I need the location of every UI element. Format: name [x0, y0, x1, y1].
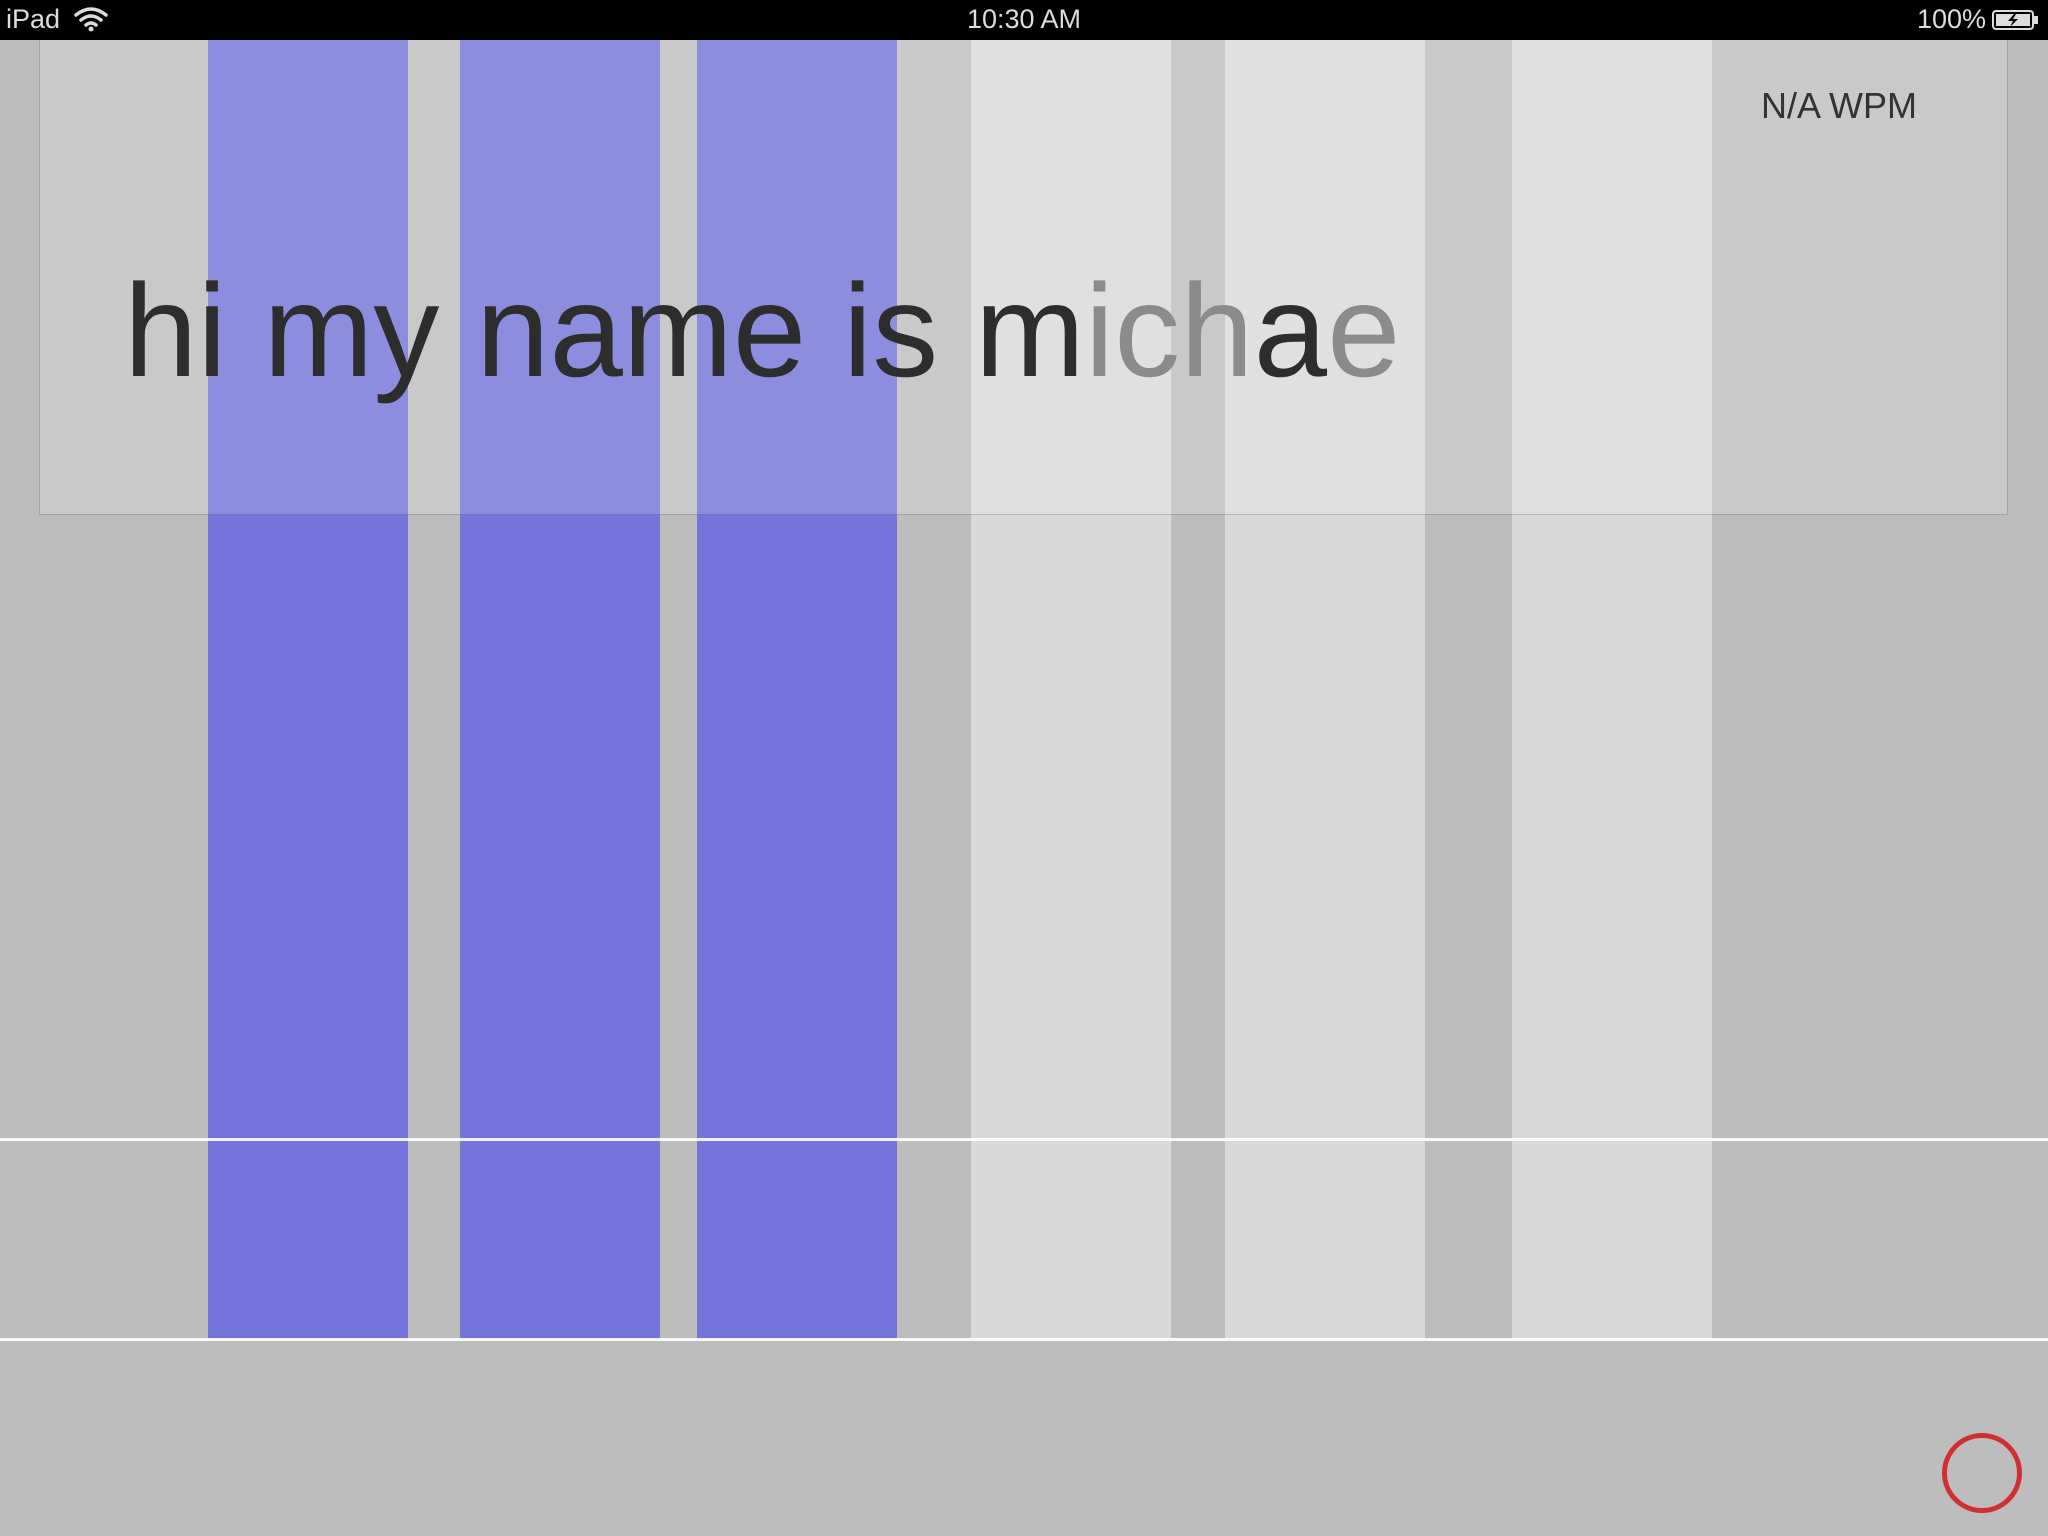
- clock: 10:30 AM: [966, 4, 1082, 34]
- upper-guide-line: [0, 1138, 2048, 1141]
- pending-text-before: ich: [1084, 257, 1254, 404]
- record-button[interactable]: [1942, 1433, 2022, 1513]
- battery-charging-icon: [1992, 10, 2038, 30]
- typing-app: N/A WPM hi my name is michae: [0, 40, 2048, 1536]
- status-bar: iPad 10:30 AM 100%: [0, 0, 2048, 40]
- battery-percent: 100%: [1916, 4, 1986, 34]
- typed-text: hi my name is m: [124, 257, 1085, 404]
- pending-text-after: e: [1327, 257, 1401, 404]
- wpm-readout: N/A WPM: [1760, 85, 1917, 126]
- current-character: a: [1253, 257, 1328, 404]
- text-display-panel: N/A WPM hi my name is michae: [39, 40, 2008, 515]
- typing-text: hi my name is michae: [124, 265, 1400, 397]
- lower-guide-line: [0, 1338, 2048, 1341]
